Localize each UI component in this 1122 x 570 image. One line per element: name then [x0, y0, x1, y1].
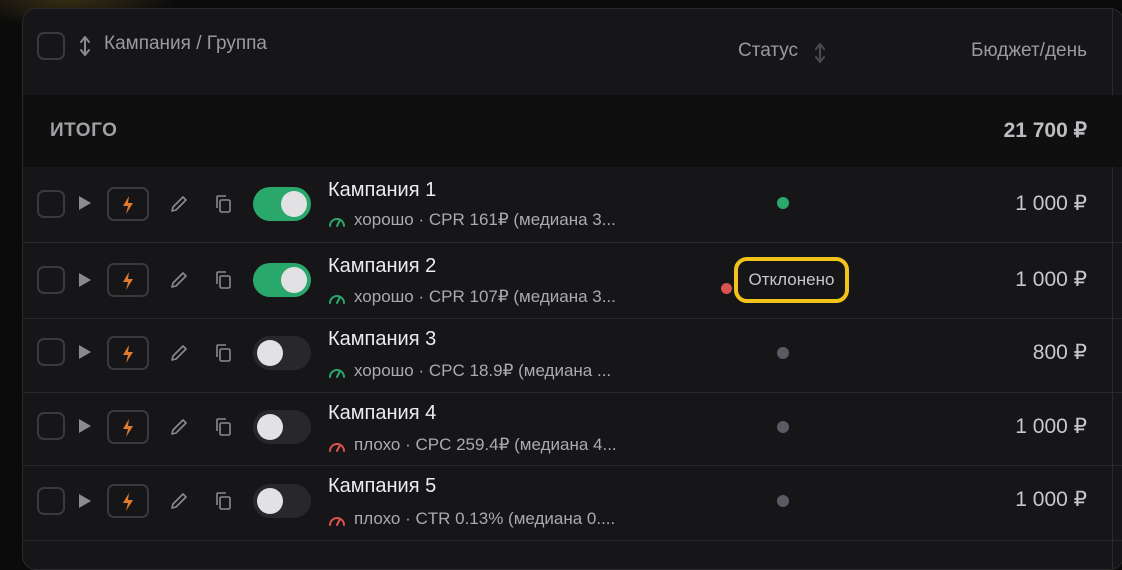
row-checkbox[interactable] [37, 487, 65, 515]
performance-metric: плохо · CPC 259.4₽ (медиана 4... [328, 435, 617, 455]
pencil-icon[interactable] [169, 491, 189, 511]
row-checkbox[interactable] [37, 338, 65, 366]
row-checkbox[interactable] [37, 266, 65, 294]
performance-metric: хорошо · CPR 107₽ (медиана 3... [328, 287, 616, 307]
performance-metric: хорошо · CPC 18.9₽ (медиана ... [328, 361, 611, 381]
expand-play-icon[interactable] [79, 494, 91, 508]
gauge-good-icon [329, 295, 345, 304]
budget-value[interactable]: 1 000 ₽ [1015, 267, 1087, 292]
metric-text: плохо · CTR 0.13% (медиана 0.... [354, 509, 616, 528]
campaign-name[interactable]: Кампания 5 [328, 475, 436, 498]
pencil-icon[interactable] [169, 343, 189, 363]
toggle-knob [257, 488, 283, 514]
select-all-checkbox[interactable] [37, 32, 65, 60]
status-dot [721, 283, 732, 294]
toggle-knob [257, 414, 283, 440]
campaign-toggle[interactable] [253, 484, 311, 518]
budget-value[interactable]: 1 000 ₽ [1015, 191, 1087, 216]
budget-value[interactable]: 1 000 ₽ [1015, 487, 1087, 512]
budget-value[interactable]: 800 ₽ [1033, 340, 1087, 365]
status-dot [777, 495, 789, 507]
campaign-toggle[interactable] [253, 263, 311, 297]
gauge-good-icon [329, 218, 345, 227]
row-checkbox[interactable] [37, 412, 65, 440]
boost-button[interactable] [107, 263, 149, 297]
expand-play-icon[interactable] [79, 273, 91, 287]
pencil-icon[interactable] [169, 194, 189, 214]
table-row[interactable]: Кампания 1 хорошо · CPR 161₽ (медиана 3.… [23, 167, 1122, 243]
boost-button[interactable] [107, 187, 149, 221]
campaign-toggle[interactable] [253, 336, 311, 370]
performance-metric: плохо · CTR 0.13% (медиана 0.... [328, 509, 615, 529]
copy-icon[interactable] [214, 491, 234, 511]
expand-play-icon[interactable] [79, 196, 91, 210]
lightning-icon [123, 272, 133, 290]
copy-icon[interactable] [214, 417, 234, 437]
row-checkbox[interactable] [37, 190, 65, 218]
gauge-good-icon [329, 369, 345, 378]
expand-play-icon[interactable] [79, 419, 91, 433]
toggle-knob [281, 267, 307, 293]
metric-text: хорошо · CPR 161₽ (медиана 3... [354, 210, 616, 229]
total-row: ИТОГО 21 700 ₽ [23, 95, 1122, 167]
status-dot [777, 421, 789, 433]
table-row[interactable]: Кампания 3 хорошо · CPC 18.9₽ (медиана .… [23, 318, 1122, 393]
table-row[interactable]: Кампания 2 хорошо · CPR 107₽ (медиана 3.… [23, 242, 1122, 319]
boost-button[interactable] [107, 410, 149, 444]
boost-button[interactable] [107, 484, 149, 518]
campaigns-table: Кампания / Группа Статус Бюджет/день ИТО… [22, 8, 1122, 570]
table-header: Кампания / Группа Статус Бюджет/день [23, 9, 1122, 95]
pencil-icon[interactable] [169, 417, 189, 437]
campaign-name[interactable]: Кампания 2 [328, 255, 436, 278]
campaign-name[interactable]: Кампания 4 [328, 402, 436, 425]
status-dot [777, 197, 789, 209]
campaign-toggle[interactable] [253, 187, 311, 221]
campaign-group-header[interactable]: Кампания / Группа [104, 33, 267, 55]
expand-play-icon[interactable] [79, 345, 91, 359]
campaign-name[interactable]: Кампания 1 [328, 179, 436, 202]
gauge-bad-icon [329, 517, 345, 526]
copy-icon[interactable] [214, 194, 234, 214]
metric-text: плохо · CPC 259.4₽ (медиана 4... [354, 435, 617, 454]
total-value: 21 700 ₽ [1003, 119, 1087, 142]
lightning-icon [123, 493, 133, 511]
total-label: ИТОГО [50, 120, 118, 141]
metric-text: хорошо · CPR 107₽ (медиана 3... [354, 287, 616, 306]
performance-metric: хорошо · CPR 161₽ (медиана 3... [328, 210, 616, 230]
table-row[interactable]: Кампания 5 плохо · CTR 0.13% (медиана 0.… [23, 465, 1122, 541]
status-badge[interactable]: Отклонено [734, 257, 849, 303]
lightning-icon [123, 345, 133, 363]
campaign-toggle[interactable] [253, 410, 311, 444]
sort-arrows-icon[interactable] [78, 35, 92, 57]
boost-button[interactable] [107, 336, 149, 370]
copy-icon[interactable] [214, 343, 234, 363]
status-sort-icon[interactable] [813, 42, 827, 64]
metric-text: хорошо · CPC 18.9₽ (медиана ... [354, 361, 612, 380]
table-row[interactable]: Кампания 4 плохо · CPC 259.4₽ (медиана 4… [23, 392, 1122, 466]
status-header[interactable]: Статус [738, 40, 798, 62]
budget-header[interactable]: Бюджет/день [971, 40, 1087, 62]
gauge-bad-icon [329, 443, 345, 452]
pencil-icon[interactable] [169, 270, 189, 290]
toggle-knob [281, 191, 307, 217]
lightning-icon [123, 196, 133, 214]
campaign-name[interactable]: Кампания 3 [328, 328, 436, 351]
budget-value[interactable]: 1 000 ₽ [1015, 414, 1087, 439]
copy-icon[interactable] [214, 270, 234, 290]
status-dot [777, 347, 789, 359]
lightning-icon [123, 419, 133, 437]
toggle-knob [257, 340, 283, 366]
